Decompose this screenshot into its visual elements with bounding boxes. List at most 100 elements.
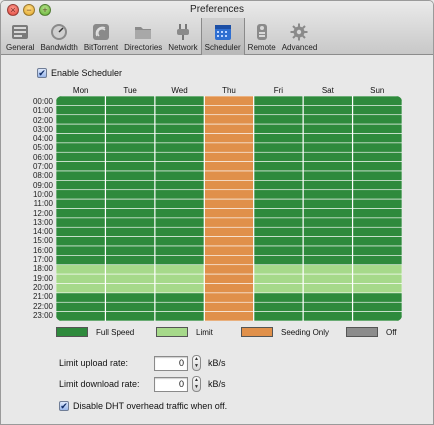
schedule-cell[interactable] (302, 133, 353, 144)
schedule-cell[interactable] (253, 96, 304, 106)
schedule-cell[interactable] (105, 226, 156, 237)
tab-bandwidth[interactable]: Bandwidth (37, 18, 80, 55)
schedule-cell[interactable] (154, 105, 205, 116)
schedule-cell[interactable] (56, 198, 106, 209)
schedule-cell[interactable] (253, 170, 304, 181)
schedule-cell[interactable] (352, 236, 402, 247)
schedule-cell[interactable] (154, 245, 205, 256)
schedule-cell[interactable] (105, 151, 156, 162)
schedule-cell[interactable] (253, 255, 304, 266)
schedule-cell[interactable] (56, 114, 106, 125)
schedule-cell[interactable] (253, 198, 304, 209)
schedule-cell[interactable] (56, 133, 106, 144)
schedule-cell[interactable] (253, 264, 304, 275)
schedule-cell[interactable] (352, 273, 402, 284)
schedule-cell[interactable] (203, 151, 255, 162)
schedule-cell[interactable] (302, 283, 353, 294)
schedule-cell[interactable] (154, 273, 205, 284)
schedule-cell[interactable] (203, 208, 255, 219)
tab-scheduler[interactable]: Scheduler (200, 18, 245, 55)
schedule-cell[interactable] (56, 123, 106, 134)
schedule-cell[interactable] (105, 105, 156, 116)
schedule-cell[interactable] (105, 292, 156, 303)
schedule-cell[interactable] (105, 114, 156, 125)
schedule-cell[interactable] (56, 151, 106, 162)
schedule-cell[interactable] (302, 105, 353, 116)
schedule-cell[interactable] (105, 264, 156, 275)
schedule-cell[interactable] (352, 133, 402, 144)
schedule-cell[interactable] (302, 301, 353, 312)
schedule-cell[interactable] (203, 170, 255, 181)
schedule-cell[interactable] (203, 133, 255, 144)
tab-advanced[interactable]: Advanced (279, 18, 321, 55)
schedule-cell[interactable] (203, 198, 255, 209)
schedule-cell[interactable] (302, 236, 353, 247)
schedule-cell[interactable] (253, 123, 304, 134)
disable-dht-check[interactable]: ✔ (59, 401, 69, 411)
schedule-cell[interactable] (302, 264, 353, 275)
schedule-cell[interactable] (253, 292, 304, 303)
schedule-cell[interactable] (253, 151, 304, 162)
schedule-cell[interactable] (56, 208, 106, 219)
schedule-cell[interactable] (203, 180, 255, 191)
schedule-cell[interactable] (352, 264, 402, 275)
schedule-cell[interactable] (203, 273, 255, 284)
schedule-grid-canvas[interactable] (56, 96, 402, 321)
schedule-cell[interactable] (56, 170, 106, 181)
schedule-grid[interactable] (56, 96, 402, 321)
tab-bittorrent[interactable]: BitTorrent (81, 18, 121, 55)
schedule-cell[interactable] (352, 245, 402, 256)
schedule-cell[interactable] (302, 217, 353, 228)
schedule-cell[interactable] (56, 255, 106, 266)
schedule-cell[interactable] (154, 161, 205, 172)
schedule-cell[interactable] (253, 142, 304, 153)
schedule-cell[interactable] (203, 236, 255, 247)
schedule-cell[interactable] (302, 114, 353, 125)
schedule-cell[interactable] (352, 180, 402, 191)
schedule-cell[interactable] (56, 217, 106, 228)
schedule-cell[interactable] (352, 226, 402, 237)
schedule-cell[interactable] (253, 301, 304, 312)
schedule-cell[interactable] (203, 264, 255, 275)
schedule-cell[interactable] (253, 180, 304, 191)
schedule-cell[interactable] (105, 236, 156, 247)
schedule-cell[interactable] (352, 301, 402, 312)
schedule-cell[interactable] (253, 311, 304, 321)
schedule-cell[interactable] (105, 133, 156, 144)
schedule-cell[interactable] (253, 245, 304, 256)
schedule-cell[interactable] (154, 142, 205, 153)
schedule-cell[interactable] (302, 273, 353, 284)
schedule-cell[interactable] (154, 123, 205, 134)
schedule-cell[interactable] (56, 292, 106, 303)
enable-scheduler-checkbox[interactable]: ✔ Enable Scheduler (37, 68, 122, 78)
schedule-cell[interactable] (203, 142, 255, 153)
schedule-cell[interactable] (203, 123, 255, 134)
stepper-down-icon[interactable]: ▼ (194, 364, 199, 369)
schedule-cell[interactable] (154, 283, 205, 294)
schedule-cell[interactable] (253, 208, 304, 219)
schedule-cell[interactable] (203, 301, 255, 312)
schedule-cell[interactable] (105, 217, 156, 228)
schedule-cell[interactable] (56, 311, 106, 321)
schedule-cell[interactable] (352, 142, 402, 153)
schedule-cell[interactable] (154, 133, 205, 144)
schedule-cell[interactable] (154, 180, 205, 191)
schedule-cell[interactable] (302, 189, 353, 200)
tab-directories[interactable]: Directories (121, 18, 165, 55)
schedule-cell[interactable] (203, 217, 255, 228)
schedule-cell[interactable] (302, 226, 353, 237)
schedule-cell[interactable] (253, 236, 304, 247)
schedule-cell[interactable] (56, 142, 106, 153)
schedule-cell[interactable] (105, 189, 156, 200)
enable-scheduler-check[interactable]: ✔ (37, 68, 47, 78)
schedule-cell[interactable] (203, 283, 255, 294)
schedule-cell[interactable] (105, 273, 156, 284)
schedule-cell[interactable] (253, 105, 304, 116)
schedule-cell[interactable] (352, 151, 402, 162)
schedule-cell[interactable] (105, 142, 156, 153)
schedule-cell[interactable] (302, 311, 353, 321)
schedule-cell[interactable] (203, 311, 255, 321)
download-rate-input[interactable]: 0 (154, 376, 188, 392)
schedule-cell[interactable] (154, 96, 205, 106)
schedule-cell[interactable] (105, 208, 156, 219)
